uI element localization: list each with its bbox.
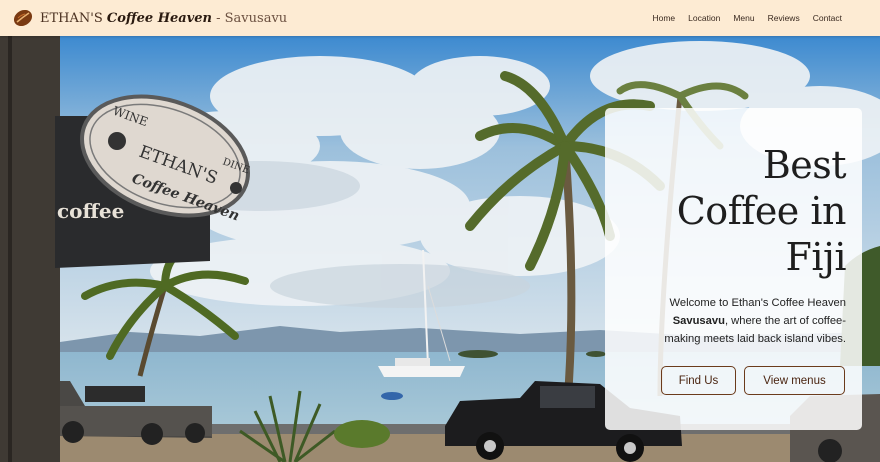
hero-card: Best Coffee in Fiji Welcome to Ethan's C… — [605, 108, 862, 430]
bush — [334, 420, 390, 448]
nav-links: Home Location Menu Reviews Contact — [652, 0, 842, 36]
title-line-3: Fiji — [785, 235, 847, 279]
brand-location: - Savusavu — [216, 10, 288, 26]
nav-link-reviews[interactable]: Reviews — [768, 13, 800, 23]
top-navbar: ETHAN'S Coffee Heaven - Savusavu Home Lo… — [0, 0, 880, 36]
desc-bold: Savusavu — [672, 315, 725, 327]
nav-link-location[interactable]: Location — [688, 13, 720, 23]
hero-description: Welcome to Ethan's Coffee Heaven Savusav… — [641, 294, 846, 348]
title-line-2: Coffee in — [676, 189, 847, 233]
hero-title: Best Coffee in Fiji — [626, 142, 847, 280]
brand-fancy: Coffee Heaven — [106, 10, 212, 26]
nav-link-menu[interactable]: Menu — [733, 13, 754, 23]
title-line-1: Best — [762, 143, 847, 187]
view-menus-button[interactable]: View menus — [744, 366, 845, 395]
brand-name: ETHAN'S Coffee Heaven - Savusavu — [40, 11, 287, 26]
nav-link-contact[interactable]: Contact — [813, 13, 842, 23]
brand-prefix: ETHAN'S — [40, 10, 103, 26]
coffee-bean-logo-icon — [13, 9, 33, 27]
desc-intro: Welcome to Ethan's Coffee Heaven — [669, 297, 846, 309]
awning-text: coffee — [57, 199, 124, 223]
find-us-button[interactable]: Find Us — [661, 366, 736, 395]
nav-link-home[interactable]: Home — [652, 13, 675, 23]
brand[interactable]: ETHAN'S Coffee Heaven - Savusavu — [12, 7, 287, 29]
